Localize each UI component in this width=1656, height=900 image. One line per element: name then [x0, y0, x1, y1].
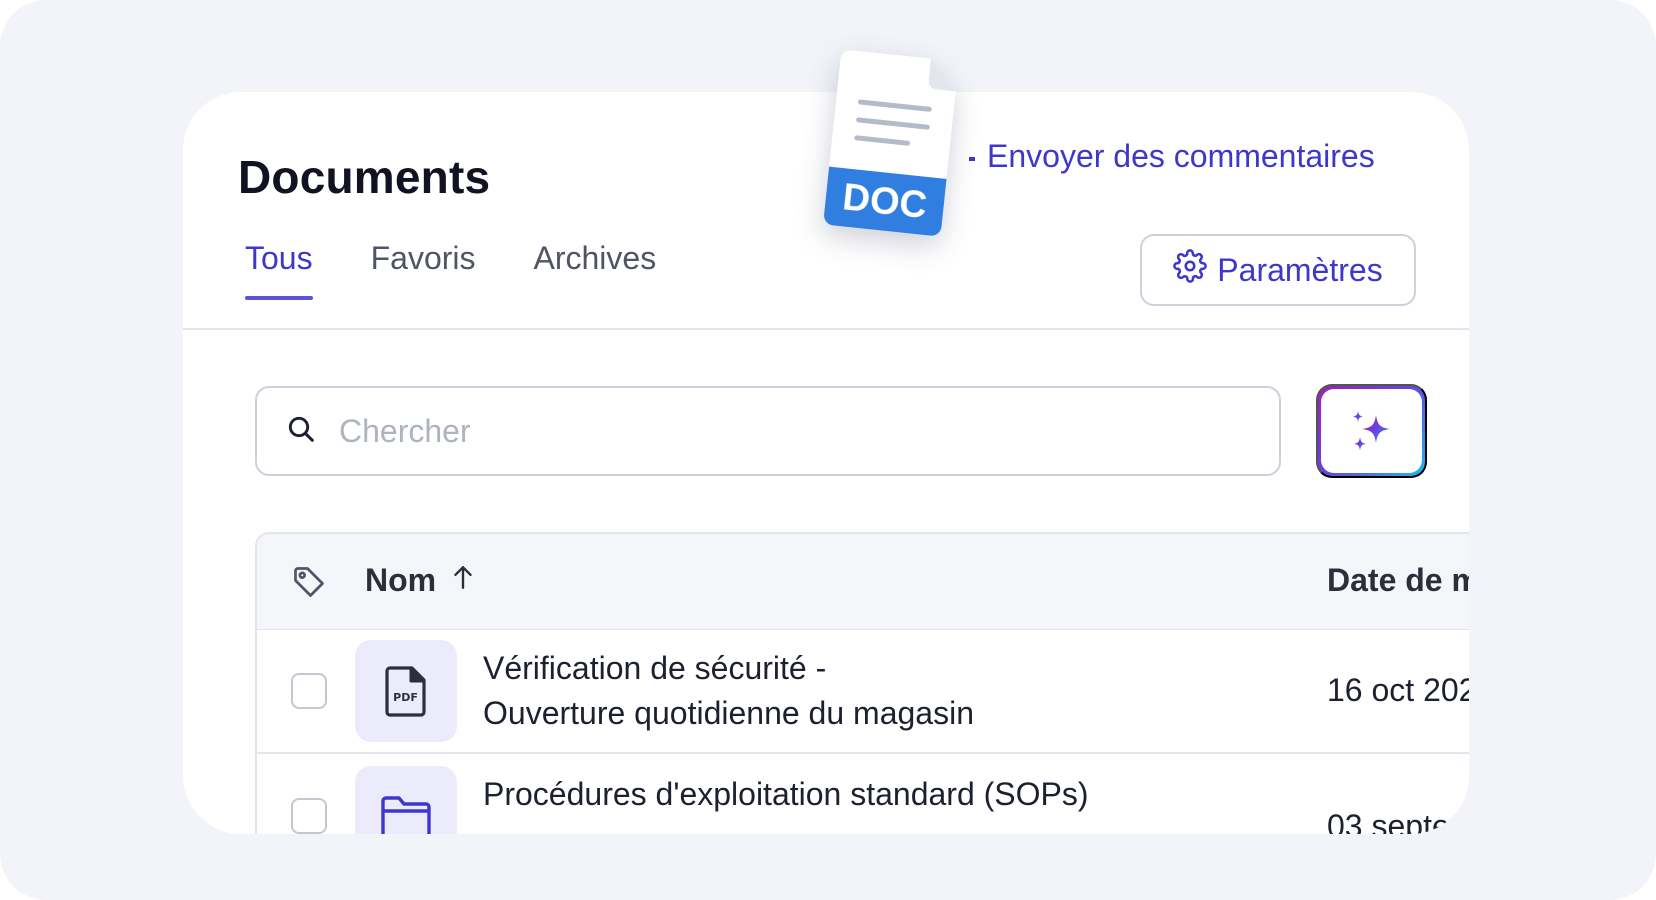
tab-archives[interactable]: Archives: [534, 240, 657, 300]
table-header: Nom Date de m: [257, 534, 1469, 630]
column-name-label: Nom: [365, 562, 437, 598]
tab-all[interactable]: Tous: [245, 240, 313, 300]
folder-icon: [381, 796, 431, 834]
row-name-line1: Vérification de sécurité -: [483, 650, 827, 686]
row-name[interactable]: Procédures d'exploitation standard (SOPs…: [483, 772, 1089, 817]
row-date: 16 oct 202: [1327, 672, 1469, 708]
row-checkbox[interactable]: [291, 798, 327, 834]
ai-assistant-button[interactable]: [1316, 384, 1427, 478]
search-field[interactable]: [255, 386, 1281, 476]
row-name-line1: Procédures d'exploitation standard (SOPs…: [483, 776, 1089, 812]
tab-divider: [183, 328, 1469, 330]
pdf-label: PDF: [393, 691, 418, 704]
row-name-line2: Ouverture quotidienne du magasin: [483, 695, 974, 731]
documents-table: Nom Date de m PDF Vérification de sécuri…: [255, 532, 1469, 834]
pdf-file-icon: PDF: [385, 666, 426, 717]
column-header-date[interactable]: Date de m: [1327, 562, 1469, 599]
settings-label: Paramètres: [1217, 251, 1383, 288]
tab-bar: Tous Favoris Archives: [245, 240, 656, 300]
doc-file-sticker: DOC: [817, 45, 985, 242]
gear-icon: [1173, 249, 1208, 291]
row-name[interactable]: Vérification de sécurité - Ouverture quo…: [483, 646, 974, 736]
column-header-name[interactable]: Nom: [365, 562, 476, 599]
file-type-tile: PDF: [355, 640, 457, 742]
page-title: Documents: [238, 151, 491, 203]
tab-favorites[interactable]: Favoris: [371, 240, 476, 300]
row-checkbox[interactable]: [291, 673, 327, 709]
send-feedback-label: Envoyer des commentaires: [987, 138, 1375, 174]
send-feedback-link[interactable]: Envoyer des commentaires: [969, 138, 1375, 175]
settings-button[interactable]: Paramètres: [1140, 234, 1416, 306]
table-row[interactable]: PDF Vérification de sécurité - Ouverture…: [257, 630, 1469, 754]
arrow-up-icon: [450, 562, 476, 599]
ai-button-face: [1321, 389, 1422, 473]
search-icon: [285, 413, 317, 450]
doc-file-icon: DOC: [824, 50, 956, 236]
tag-icon[interactable]: [291, 564, 327, 600]
sparkles-icon: [1352, 411, 1390, 451]
sticker-label: DOC: [841, 176, 929, 227]
table-row[interactable]: Procédures d'exploitation standard (SOPs…: [257, 756, 1469, 834]
file-type-tile: [355, 766, 457, 834]
search-input[interactable]: [339, 412, 1239, 450]
row-date: 03 septer: [1327, 808, 1461, 834]
